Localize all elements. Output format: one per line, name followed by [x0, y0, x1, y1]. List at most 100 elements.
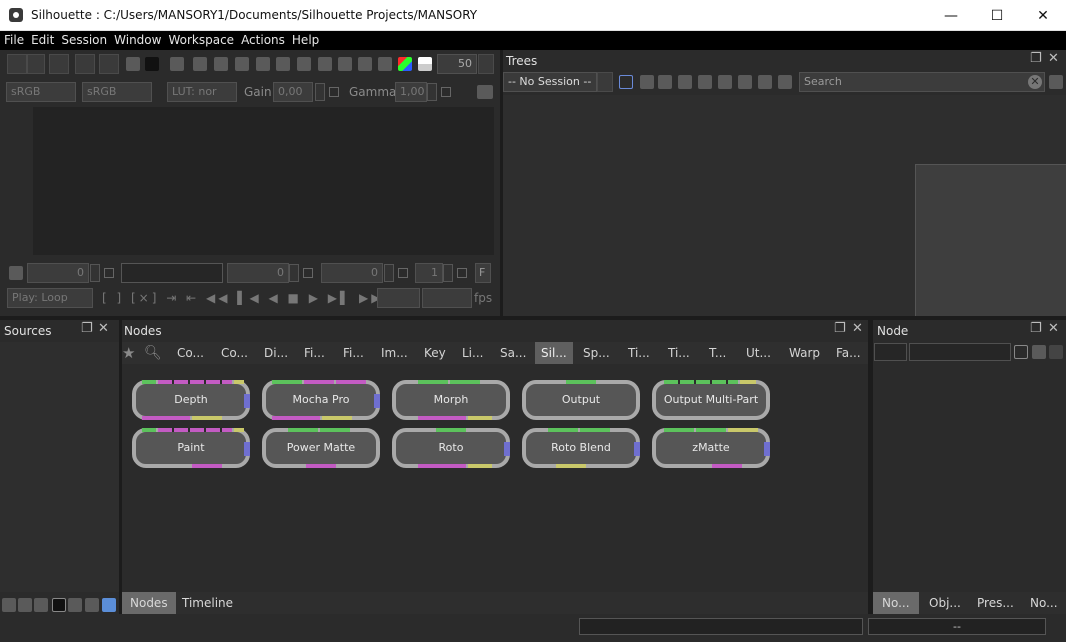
- grid-icon[interactable]: [102, 598, 116, 612]
- menu-file[interactable]: File: [0, 31, 27, 50]
- menu-help[interactable]: Help: [288, 31, 322, 50]
- node-depth[interactable]: Depth: [132, 380, 250, 420]
- camera-icon[interactable]: [170, 57, 184, 71]
- tab-sa[interactable]: Sa...: [500, 342, 526, 364]
- fps-field-b[interactable]: [422, 288, 472, 308]
- current-frame-stepper[interactable]: [289, 264, 299, 282]
- current-frame-field[interactable]: 0: [227, 263, 289, 283]
- tab-presets[interactable]: Pres...: [977, 592, 1014, 614]
- lock-icon[interactable]: [1032, 345, 1046, 359]
- add-icon[interactable]: [1014, 345, 1028, 359]
- gain-reset-icon[interactable]: [329, 87, 339, 97]
- maximize-button[interactable]: ☐: [974, 0, 1020, 31]
- viewer-canvas[interactable]: [33, 107, 494, 255]
- colorspace-select-b[interactable]: sRGB: [82, 82, 152, 102]
- tab-warp[interactable]: Warp: [789, 342, 820, 364]
- float-panel-icon[interactable]: ❐: [81, 322, 93, 336]
- menu-window[interactable]: Window: [110, 31, 164, 50]
- clear-search-icon[interactable]: ✕: [1028, 75, 1042, 89]
- step-reset-icon[interactable]: [457, 268, 467, 278]
- tab-fa[interactable]: Fa...: [836, 342, 861, 364]
- import-icon[interactable]: [2, 598, 16, 612]
- fps-field-a[interactable]: [377, 288, 420, 308]
- search-input[interactable]: Search: [799, 72, 1045, 92]
- split-icon[interactable]: [145, 57, 159, 71]
- tab-fi-2[interactable]: Fi...: [343, 342, 364, 364]
- view-toggle-icon[interactable]: [52, 598, 66, 612]
- node-roto[interactable]: Roto: [392, 428, 510, 468]
- gain-field[interactable]: 0,00: [273, 82, 313, 102]
- node-color-field[interactable]: [874, 343, 907, 361]
- tab-co-1[interactable]: Co...: [177, 342, 204, 364]
- lock-icon[interactable]: [126, 57, 140, 71]
- out-frame-reset-icon[interactable]: [398, 268, 408, 278]
- timeline-scrubber[interactable]: [121, 263, 223, 283]
- tab-im[interactable]: Im...: [381, 342, 408, 364]
- chevron-down-icon[interactable]: [99, 54, 119, 74]
- gain-stepper[interactable]: [315, 83, 325, 101]
- list-icon[interactable]: [68, 598, 82, 612]
- in-frame-reset-icon[interactable]: [104, 268, 114, 278]
- lock-icon[interactable]: [9, 266, 23, 280]
- lut-select[interactable]: LUT: nor: [167, 82, 237, 102]
- gamma-stepper[interactable]: [427, 83, 437, 101]
- add-viewer-icon[interactable]: [27, 54, 45, 74]
- tab-key[interactable]: Key: [424, 342, 446, 364]
- tab-li[interactable]: Li...: [462, 342, 483, 364]
- search-icon[interactable]: 🔍︎: [144, 342, 162, 364]
- zoom-icon[interactable]: [256, 57, 270, 71]
- film-icon[interactable]: [34, 598, 48, 612]
- trees-minimap[interactable]: [915, 164, 1066, 316]
- overlay-icon[interactable]: [358, 57, 372, 71]
- zoom-field[interactable]: 50: [437, 54, 477, 74]
- trash-icon[interactable]: [1049, 75, 1063, 89]
- zoom-dropdown[interactable]: [478, 54, 494, 74]
- sources-list[interactable]: [0, 342, 119, 592]
- safe-area-icon[interactable]: [235, 57, 249, 71]
- hand-icon[interactable]: [338, 57, 352, 71]
- node-properties-area[interactable]: [873, 364, 1066, 592]
- branch-icon[interactable]: [658, 75, 672, 89]
- tab-ti-2[interactable]: Ti...: [668, 342, 690, 364]
- menu-actions[interactable]: Actions: [237, 31, 288, 50]
- flash-icon[interactable]: [1049, 345, 1063, 359]
- menu-edit[interactable]: Edit: [27, 31, 57, 50]
- close-button[interactable]: ✕: [1020, 0, 1066, 31]
- tab-co-2[interactable]: Co...: [221, 342, 248, 364]
- close-panel-icon[interactable]: ✕: [1048, 52, 1059, 66]
- node-morph[interactable]: Morph: [392, 380, 510, 420]
- close-panel-icon[interactable]: ✕: [852, 322, 863, 336]
- node-roto-blend[interactable]: Roto Blend: [522, 428, 640, 468]
- viewer-mode-dropdown[interactable]: [7, 54, 27, 74]
- step-field[interactable]: 1: [415, 263, 443, 283]
- node-zmatte[interactable]: zMatte: [652, 428, 770, 468]
- chevron-down-icon[interactable]: [597, 72, 613, 92]
- tab-ut[interactable]: Ut...: [746, 342, 771, 364]
- tab-fi-1[interactable]: Fi...: [304, 342, 325, 364]
- menu-workspace[interactable]: Workspace: [164, 31, 237, 50]
- colorspace-select-a[interactable]: sRGB: [6, 82, 76, 102]
- tab-t[interactable]: T...: [709, 342, 726, 364]
- viewer-options-icon[interactable]: [477, 85, 493, 99]
- frame-icon[interactable]: [214, 57, 228, 71]
- node-output-multi-part[interactable]: Output Multi-Part: [652, 380, 770, 420]
- step-stepper[interactable]: [443, 264, 453, 282]
- list-view-icon[interactable]: [640, 75, 654, 89]
- session-select[interactable]: -- No Session --: [503, 72, 597, 92]
- float-panel-icon[interactable]: ❐: [834, 322, 846, 336]
- tab-timeline[interactable]: Timeline: [182, 592, 233, 614]
- tree-view-icon[interactable]: [619, 75, 633, 89]
- gamma-field[interactable]: 1,00: [395, 82, 427, 102]
- gamma-reset-icon[interactable]: [441, 87, 451, 97]
- settings-list-icon[interactable]: [778, 75, 792, 89]
- tab-notes[interactable]: No...: [1030, 592, 1058, 614]
- image-icon[interactable]: [18, 598, 32, 612]
- eye-icon[interactable]: [318, 57, 332, 71]
- out-frame-stepper[interactable]: [384, 264, 394, 282]
- folder-icon[interactable]: [718, 75, 732, 89]
- node-output[interactable]: Output: [522, 380, 640, 420]
- transport-controls-icon[interactable]: [ ] [×] ⇥ ⇤ ◀◀ ▌◀ ◀ ■ ▶ ▶▌ ▶▶: [102, 290, 383, 306]
- in-frame-field[interactable]: 0: [27, 263, 89, 283]
- node-paint[interactable]: Paint: [132, 428, 250, 468]
- current-frame-reset-icon[interactable]: [303, 268, 313, 278]
